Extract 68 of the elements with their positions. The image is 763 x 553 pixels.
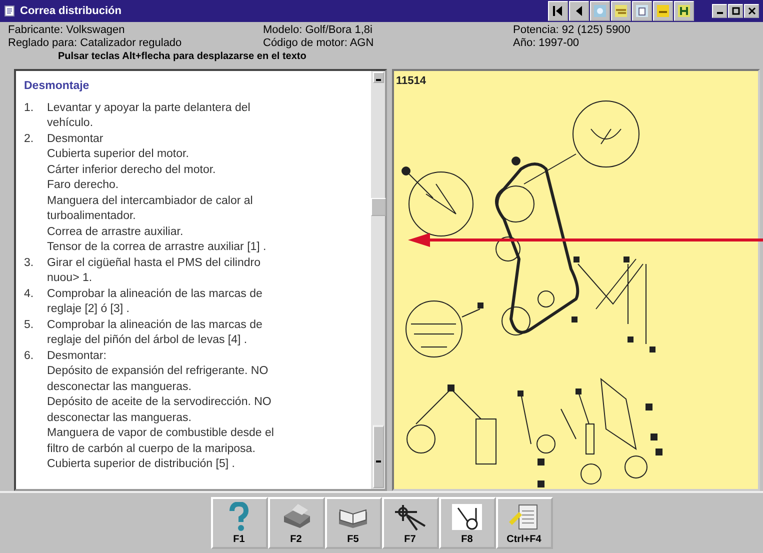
skip-back-icon xyxy=(552,5,564,17)
toolbar-button[interactable] xyxy=(653,1,673,21)
step-number: 1. xyxy=(24,100,35,116)
step-text: Cubierta superior del motor. xyxy=(47,147,190,162)
step-text: reglaje del piñón del árbol de levas [4] . xyxy=(47,333,248,348)
toolbar-button[interactable] xyxy=(632,1,652,21)
step-number: 6. xyxy=(24,348,35,364)
vehicle-info: Modelo: Golf/Bora 1,8i xyxy=(263,24,374,36)
step-text: desconectar las mangueras. xyxy=(47,410,192,426)
step-text: Cárter inferior derecho del motor. xyxy=(47,162,217,178)
minus-icon xyxy=(656,4,670,18)
step-text: Desmontar xyxy=(47,132,104,146)
print-button[interactable]: F2 xyxy=(268,497,324,549)
document-icon xyxy=(4,5,16,17)
previous-page-button[interactable] xyxy=(569,1,589,21)
vehicle-info: Fabricante: Volkswagen xyxy=(8,24,126,36)
step-text: filtro de carbón al cuerpo de la mariposa. xyxy=(47,442,256,456)
step-text: Levantar y apoyar la parte delantera del xyxy=(47,100,250,116)
maximize-button[interactable] xyxy=(728,4,743,18)
close-icon xyxy=(748,7,756,15)
vehicle-info: Código de motor: AGN xyxy=(263,37,375,49)
step-text: Comprobar la alineación de las marcas de xyxy=(47,318,262,332)
step-text: nuou> 1. xyxy=(47,271,94,286)
step-text: Correa de arrastre auxiliar. xyxy=(47,224,184,240)
belt-icon xyxy=(450,502,484,532)
step-number: 2. xyxy=(24,132,35,146)
image-icon xyxy=(593,4,607,18)
note-icon xyxy=(614,4,628,18)
figure-number: 11514 xyxy=(396,75,427,87)
vehicle-info: Año: 1997-00 xyxy=(513,37,580,49)
scroll-hint: Pulsar teclas Alt+flecha para desplazarse en el texto xyxy=(57,50,308,64)
letter-icon xyxy=(677,4,691,18)
step-text: Manguera de vapor de combustible desde el xyxy=(47,426,274,441)
toolbar-button[interactable] xyxy=(611,1,631,21)
scrollbar[interactable] xyxy=(371,71,385,489)
step-text: Depósito de aceite de la servodirección. NO xyxy=(47,395,272,410)
step-text: vehículo. xyxy=(47,116,94,131)
step-number: 4. xyxy=(24,286,35,302)
page-icon xyxy=(635,4,649,18)
step-number: 5. xyxy=(24,318,35,332)
toolbar-button[interactable]: Ctrl+F4 xyxy=(496,497,552,549)
vehicle-info: Potencia: 92 (125) 5900 xyxy=(513,24,632,36)
step-text: reglaje [2] ó [3] . xyxy=(47,302,130,317)
vehicle-info: Reglado para: Catalizador regulado xyxy=(8,37,183,49)
step-text: Tensor de la correa de arrastre auxiliar [1] . xyxy=(47,240,266,255)
section-title: Desmontaje xyxy=(24,79,90,94)
step-number: 3. xyxy=(24,256,35,270)
step-text: desconectar las mangueras. xyxy=(47,380,192,394)
step-text: turboalimentador. xyxy=(47,209,137,224)
maximize-icon xyxy=(732,7,740,15)
step-text: Manguera del intercambiador de calor al xyxy=(47,194,254,208)
toolbar-button[interactable]: F7 xyxy=(382,497,438,549)
step-text: Cubierta superior de distribución [5] . xyxy=(47,457,236,472)
toolbar-button[interactable]: F5 xyxy=(324,497,382,549)
step-text: Desmontar: xyxy=(47,348,108,364)
crosshair-icon xyxy=(393,502,427,532)
scroll-thumb[interactable] xyxy=(370,198,386,216)
window-title: Correa distribución xyxy=(20,5,122,17)
step-text: Girar el cigüeñal hasta el PMS del cilindro xyxy=(47,256,260,270)
step-text: Depósito de expansión del refrigerante. NO xyxy=(47,364,270,379)
step-text: Comprobar la alineación de las marcas de xyxy=(47,286,262,302)
first-page-button[interactable] xyxy=(548,1,568,21)
toolbar-button[interactable] xyxy=(674,1,694,21)
toolbar-button[interactable]: F8 xyxy=(438,497,496,549)
help-button[interactable]: F1 xyxy=(210,497,268,549)
minimize-button[interactable] xyxy=(712,4,727,18)
step-text: Faro derecho. xyxy=(47,178,120,193)
close-button[interactable] xyxy=(744,4,759,18)
